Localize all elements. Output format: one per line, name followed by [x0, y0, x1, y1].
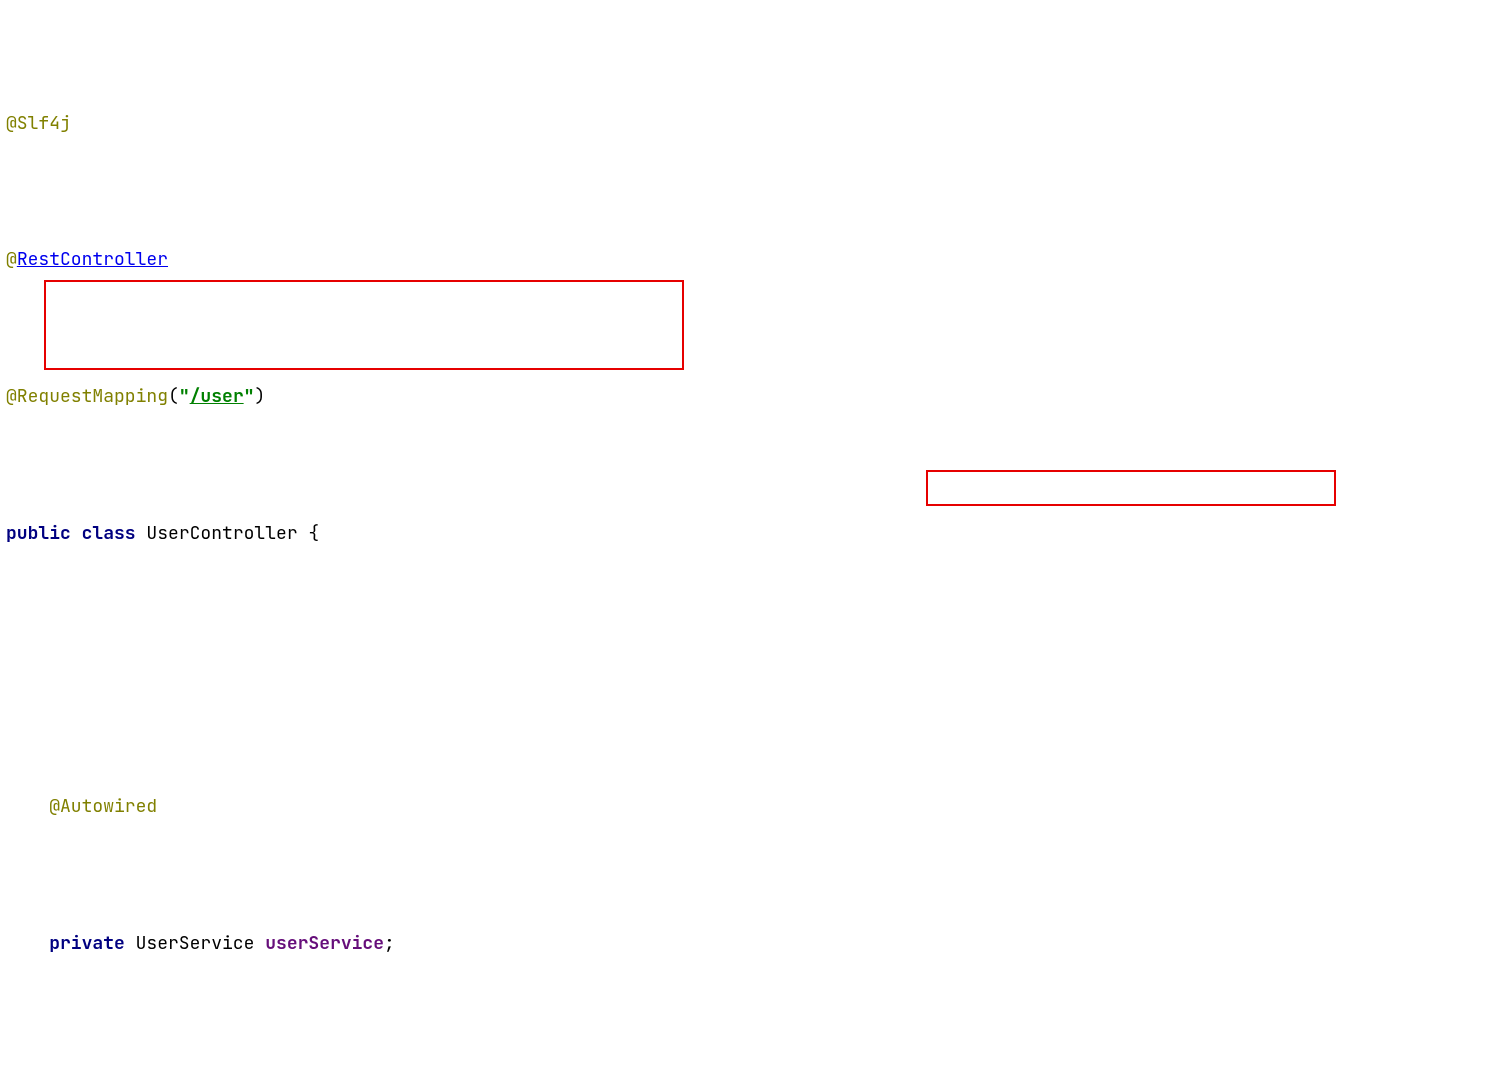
annotation-requestmapping: @RequestMapping — [6, 385, 168, 408]
highlight-box-call — [926, 470, 1336, 506]
code-line: @Slf4j — [6, 107, 1505, 141]
code-line: private UserService userService; — [6, 927, 1505, 961]
annotation-at: @ — [6, 248, 17, 271]
field-userservice: userService — [265, 932, 384, 955]
code-editor[interactable]: @Slf4j @RestController @RequestMapping("… — [0, 0, 1505, 1072]
class-name: UserController { — [146, 522, 319, 545]
code-line: @RestController — [6, 243, 1505, 277]
annotation-restcontroller[interactable]: RestController — [17, 248, 168, 271]
annotation-autowired: @Autowired — [49, 795, 157, 818]
code-line: @RequestMapping("/user") — [6, 380, 1505, 414]
code-line-blank — [6, 654, 1505, 688]
highlight-box-field — [44, 280, 684, 370]
code-line: @Autowired — [6, 790, 1505, 824]
mapping-path[interactable]: /user — [190, 385, 244, 408]
code-line-blank — [6, 1064, 1505, 1072]
annotation-slf4j: @Slf4j — [6, 112, 71, 135]
code-line: public class UserController { — [6, 517, 1505, 551]
